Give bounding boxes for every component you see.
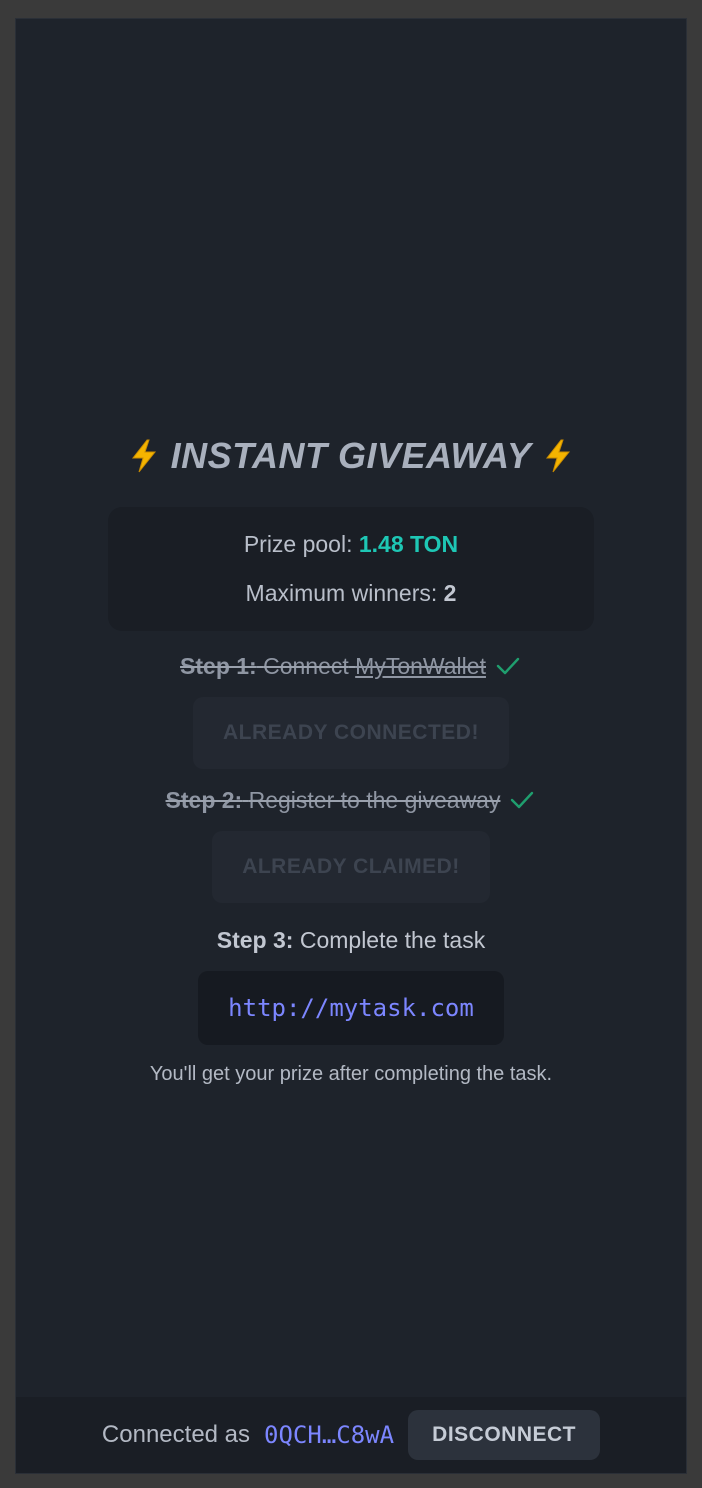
step-1-text: Step 1: Connect MyTonWallet bbox=[180, 653, 486, 680]
prize-pool-value: 1.48 TON bbox=[358, 531, 459, 557]
already-claimed-button: ALREADY CLAIMED! bbox=[212, 831, 490, 903]
lightning-bolt-icon bbox=[127, 439, 161, 473]
step-3-text: Step 3: Complete the task bbox=[217, 927, 485, 954]
step-1: Step 1: Connect MyTonWallet bbox=[180, 651, 522, 681]
lightning-bolt-icon bbox=[541, 439, 575, 473]
max-winners-label: Maximum winners: bbox=[245, 580, 438, 606]
already-connected-button: ALREADY CONNECTED! bbox=[193, 697, 509, 769]
prize-card: Prize pool: 1.48 TON Maximum winners: 2 bbox=[108, 507, 594, 631]
connected-label: Connected as bbox=[101, 1421, 251, 1448]
prize-pool-label: Prize pool: bbox=[243, 531, 353, 557]
app-frame: INSTANT GIVEAWAY Prize pool: 1.48 TON Ma… bbox=[15, 18, 687, 1474]
page-title-text: INSTANT GIVEAWAY bbox=[170, 435, 532, 476]
disconnect-button[interactable]: DISCONNECT bbox=[408, 1410, 601, 1460]
step-3: Step 3: Complete the task bbox=[217, 925, 485, 955]
step-2-description: Register to the giveaway bbox=[248, 786, 501, 813]
wallet-footer: Connected as 0QCH…C8wA DISCONNECT bbox=[16, 1397, 686, 1473]
max-winners-line: Maximum winners: 2 bbox=[246, 580, 457, 607]
check-icon bbox=[496, 657, 520, 675]
task-link-button[interactable]: http://mytask.com bbox=[198, 971, 504, 1045]
mytonwallet-link[interactable]: MyTonWallet bbox=[355, 653, 486, 679]
step-2: Step 2: Register to the giveaway bbox=[166, 785, 537, 815]
giveaway-content: INSTANT GIVEAWAY Prize pool: 1.48 TON Ma… bbox=[16, 431, 686, 1086]
step-1-prefix: Connect bbox=[263, 652, 349, 679]
max-winners-value: 2 bbox=[443, 580, 457, 606]
step-1-label: Step 1: bbox=[180, 652, 257, 679]
page-title: INSTANT GIVEAWAY bbox=[127, 431, 576, 481]
prize-note: You'll get your prize after completing t… bbox=[149, 1063, 553, 1085]
check-icon bbox=[511, 791, 534, 809]
step-2-text: Step 2: Register to the giveaway bbox=[166, 787, 501, 814]
wallet-address: 0QCH…C8wA bbox=[264, 1421, 395, 1449]
step-2-label: Step 2: bbox=[165, 786, 243, 813]
prize-pool-line: Prize pool: 1.48 TON bbox=[244, 531, 458, 558]
step-3-description: Complete the task bbox=[299, 926, 486, 953]
step-3-label: Step 3: bbox=[216, 926, 294, 953]
